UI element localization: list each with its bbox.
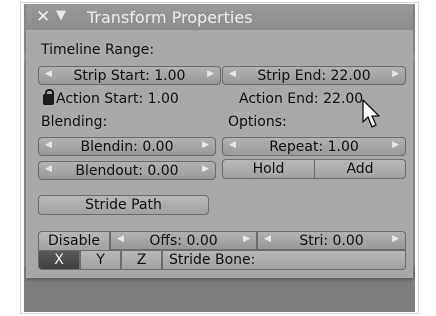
decrement-arrow-icon[interactable]: ◀ xyxy=(229,69,236,79)
decrement-arrow-icon[interactable]: ◀ xyxy=(117,234,124,244)
axis-y-button[interactable]: Y xyxy=(80,250,121,270)
strip-start-value: Strip Start: 1.00 xyxy=(73,67,186,84)
strip-start-field[interactable]: ◀ Strip Start: 1.00 ▶ xyxy=(38,66,221,85)
strip-end-field[interactable]: ◀ Strip End: 22.00 ▶ xyxy=(222,66,406,85)
blendout-value: Blendout: 0.00 xyxy=(75,162,179,179)
increment-arrow-icon[interactable]: ▶ xyxy=(202,164,209,174)
stride-path-button[interactable]: Stride Path xyxy=(38,195,209,215)
increment-arrow-icon[interactable]: ▶ xyxy=(202,140,209,150)
increment-arrow-icon[interactable]: ▶ xyxy=(392,69,399,79)
decrement-arrow-icon[interactable]: ◀ xyxy=(229,140,236,150)
close-icon[interactable]: ✕ xyxy=(36,7,50,27)
axis-z-button[interactable]: Z xyxy=(121,250,162,270)
blendout-field[interactable]: ◀ Blendout: 0.00 ▶ xyxy=(38,161,216,180)
decrement-arrow-icon[interactable]: ◀ xyxy=(264,234,271,244)
repeat-field[interactable]: ◀ Repeat: 1.00 ▶ xyxy=(222,137,406,156)
timeline-range-label: Timeline Range: xyxy=(41,42,155,58)
increment-arrow-icon[interactable]: ▶ xyxy=(243,234,250,244)
strip-end-value: Strip End: 22.00 xyxy=(257,67,371,84)
disable-button[interactable]: Disable xyxy=(38,231,110,251)
blendin-field[interactable]: ◀ Blendin: 0.00 ▶ xyxy=(38,137,216,156)
action-start-label: Action Start: 1.00 xyxy=(56,91,179,107)
lock-icon[interactable] xyxy=(43,89,54,105)
axis-x-button[interactable]: X xyxy=(38,250,80,270)
stri-value: Stri: 0.00 xyxy=(299,232,364,249)
stride-bone-label: Stride Bone: xyxy=(169,252,256,268)
stri-field[interactable]: ◀ Stri: 0.00 ▶ xyxy=(257,231,406,250)
decrement-arrow-icon[interactable]: ◀ xyxy=(45,69,52,79)
increment-arrow-icon[interactable]: ▶ xyxy=(392,234,399,244)
collapse-triangle-icon[interactable]: ▼ xyxy=(56,8,66,23)
transform-properties-panel: ✕ ▼ Transform Properties Timeline Range:… xyxy=(26,4,413,278)
blending-label: Blending: xyxy=(41,114,108,130)
decrement-arrow-icon[interactable]: ◀ xyxy=(45,140,52,150)
increment-arrow-icon[interactable]: ▶ xyxy=(207,69,214,79)
action-end-label: Action End: 22.00 xyxy=(239,91,364,107)
panel-header[interactable]: ✕ ▼ Transform Properties xyxy=(26,4,413,30)
increment-arrow-icon[interactable]: ▶ xyxy=(392,140,399,150)
hold-button[interactable]: Hold xyxy=(222,159,315,179)
mouse-pointer-icon xyxy=(362,99,380,128)
repeat-value: Repeat: 1.00 xyxy=(269,138,359,155)
stride-bone-field[interactable]: Stride Bone: xyxy=(162,250,406,270)
panel-title: Transform Properties xyxy=(87,8,253,27)
add-button[interactable]: Add xyxy=(314,159,406,179)
offs-field[interactable]: ◀ Offs: 0.00 ▶ xyxy=(110,231,257,250)
offs-value: Offs: 0.00 xyxy=(149,232,218,249)
decrement-arrow-icon[interactable]: ◀ xyxy=(45,164,52,174)
options-label: Options: xyxy=(228,114,287,130)
blendin-value: Blendin: 0.00 xyxy=(80,138,174,155)
